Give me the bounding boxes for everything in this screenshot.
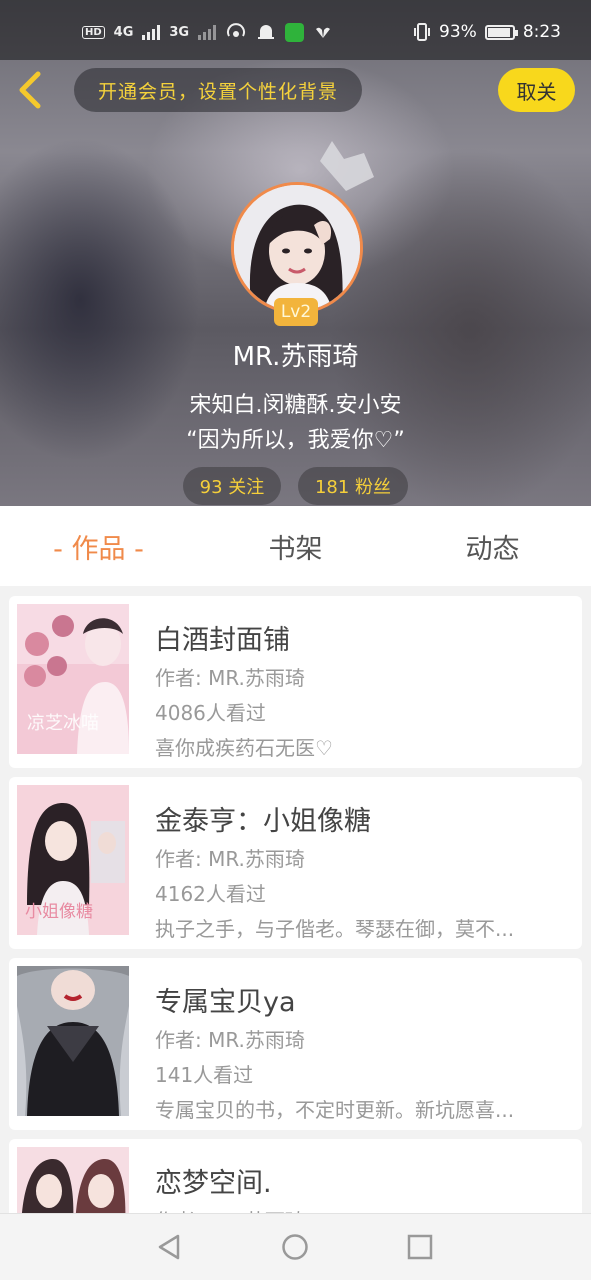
work-author: 作者: MR.苏雨琦 <box>155 1205 565 1213</box>
avatar-image <box>231 182 363 314</box>
huawei-icon <box>316 27 331 38</box>
tab-works[interactable]: - 作品 - <box>0 506 197 586</box>
work-card[interactable]: 小姐像糖 金泰亨：小姐像糖 作者: MR.苏雨琦 4162人看过 执子之手，与子… <box>9 777 582 949</box>
notification-bell-icon <box>258 25 275 39</box>
work-views: 4162人看过 <box>155 882 266 906</box>
work-description: 执子之手，与子偕老。琴瑟在御，莫不... <box>155 917 515 941</box>
profile-header: HD 4G 3G 93% 8:23 开通会员，设置个性化背景 取关 Lv2 MR… <box>0 0 591 506</box>
app-notification-icon <box>285 22 305 42</box>
book-cover <box>17 1147 129 1213</box>
avatar[interactable] <box>231 182 363 314</box>
following-count[interactable]: 93 关注 <box>183 467 281 505</box>
work-title: 专属宝贝ya <box>155 987 296 1018</box>
vibrate-icon <box>414 23 431 41</box>
work-title: 白酒封面铺 <box>155 625 290 656</box>
work-description: 专属宝贝的书，不定时更新。新坑愿喜... <box>155 1098 515 1122</box>
work-description: 喜你成疾药石无医♡ <box>155 736 333 760</box>
hd-icon: HD <box>82 25 105 39</box>
clock: 8:23 <box>522 22 561 42</box>
tab-bookshelf[interactable]: 书架 <box>197 506 394 586</box>
signal-icon-2 <box>198 24 217 40</box>
vip-background-promo[interactable]: 开通会员，设置个性化背景 <box>74 68 362 112</box>
work-author: 作者: MR.苏雨琦 <box>155 666 305 690</box>
nav-home-icon[interactable] <box>280 1232 310 1262</box>
signal-label-2: 3G <box>169 24 190 40</box>
tab-activity[interactable]: 动态 <box>394 506 591 586</box>
status-bar: HD 4G 3G 93% 8:23 <box>0 0 591 60</box>
work-author: 作者: MR.苏雨琦 <box>155 847 305 871</box>
battery-percent: 93% <box>439 22 477 42</box>
works-list: 凉芝冰喵 白酒封面铺 作者: MR.苏雨琦 4086人看过 喜你成疾药石无医♡ … <box>0 586 591 1213</box>
svg-text:小姐像糖: 小姐像糖 <box>25 902 93 922</box>
bio-line-2: “因为所以，我爱你♡” <box>186 428 405 453</box>
work-author: 作者: MR.苏雨琦 <box>155 1028 305 1052</box>
status-right: 93% 8:23 <box>413 22 561 42</box>
book-cover <box>17 966 129 1116</box>
work-card[interactable]: 专属宝贝ya 作者: MR.苏雨琦 141人看过 专属宝贝的书，不定时更新。新坑… <box>9 958 582 1130</box>
bio-line-1: 宋知白.闵糖酥.安小安 <box>189 393 402 418</box>
signal-icon <box>142 24 161 40</box>
work-title: 恋梦空间. <box>155 1168 272 1199</box>
book-cover: 小姐像糖 <box>17 785 129 935</box>
battery-icon <box>484 24 518 40</box>
work-views: 141人看过 <box>155 1063 254 1087</box>
status-left: HD 4G 3G <box>82 22 333 42</box>
profile-tabs: - 作品 - 书架 动态 <box>0 506 591 586</box>
system-nav-bar <box>0 1213 591 1280</box>
username: MR.苏雨琦 <box>232 342 359 372</box>
nav-back-icon[interactable] <box>154 1232 184 1262</box>
work-title: 金泰亨：小姐像糖 <box>155 806 371 837</box>
back-button[interactable] <box>14 68 50 112</box>
unfollow-button[interactable]: 取关 <box>498 68 575 112</box>
signal-label-1: 4G <box>113 24 134 40</box>
nav-recents-icon[interactable] <box>405 1232 435 1262</box>
work-views: 4086人看过 <box>155 701 266 725</box>
book-cover: 凉芝冰喵 <box>17 604 129 754</box>
work-card[interactable]: 恋梦空间. 作者: MR.苏雨琦 <box>9 1139 582 1213</box>
svg-text:凉芝冰喵: 凉芝冰喵 <box>27 713 99 734</box>
fans-count[interactable]: 181 粉丝 <box>298 467 408 505</box>
hotspot-icon <box>227 23 246 37</box>
work-card[interactable]: 凉芝冰喵 白酒封面铺 作者: MR.苏雨琦 4086人看过 喜你成疾药石无医♡ <box>9 596 582 768</box>
level-badge: Lv2 <box>274 298 318 326</box>
